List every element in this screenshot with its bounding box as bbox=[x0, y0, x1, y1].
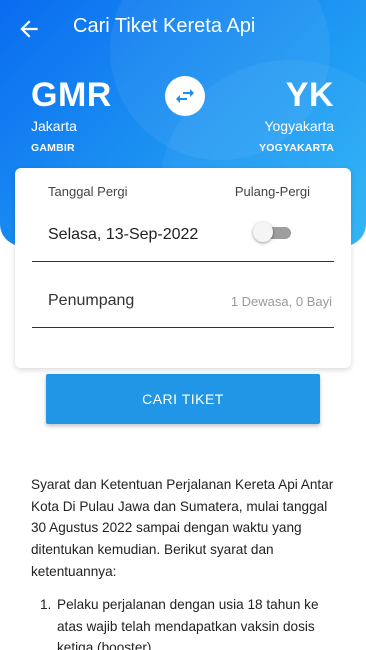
arrow-left-icon bbox=[20, 20, 38, 38]
departure-date-field[interactable]: Selasa, 13-Sep-2022 bbox=[48, 226, 198, 244]
back-button[interactable] bbox=[16, 16, 42, 42]
round-trip-label: Pulang-Pergi bbox=[234, 184, 310, 199]
list-item-text: Pelaku perjalanan dengan usia 18 tahun k… bbox=[57, 597, 319, 650]
passenger-label: Penumpang bbox=[48, 292, 135, 309]
swap-horizontal-icon bbox=[176, 89, 194, 103]
origin-station[interactable]: GMR Jakarta GAMBIR bbox=[31, 76, 112, 154]
passenger-value: 1 Dewasa, 0 Bayi bbox=[230, 294, 332, 309]
list-item-number: 1. bbox=[40, 597, 52, 612]
divider bbox=[32, 327, 334, 328]
search-form-card: Tanggal Pergi Selasa, 13-Sep-2022 Pulang… bbox=[15, 168, 351, 368]
swap-stations-button[interactable] bbox=[165, 76, 205, 116]
page-title: Cari Tiket Kereta Api bbox=[73, 15, 256, 37]
toggle-thumb bbox=[253, 222, 273, 242]
destination-station-name: YOGYAKARTA bbox=[259, 142, 334, 154]
divider bbox=[32, 261, 334, 262]
destination-station[interactable]: YK Yogyakarta YOGYAKARTA bbox=[259, 76, 334, 154]
destination-code: YK bbox=[285, 76, 334, 114]
round-trip-toggle[interactable] bbox=[253, 222, 291, 242]
origin-station-name: GAMBIR bbox=[31, 142, 75, 154]
destination-city: Yogyakarta bbox=[264, 118, 334, 134]
origin-code: GMR bbox=[31, 76, 112, 114]
passenger-field[interactable]: Penumpang 1 Dewasa, 0 Bayi bbox=[32, 274, 334, 326]
origin-city: Jakarta bbox=[31, 118, 77, 134]
list-item: 1. Pelaku perjalanan dengan usia 18 tahu… bbox=[40, 594, 325, 650]
search-ticket-button[interactable]: CARI TIKET bbox=[46, 374, 320, 424]
terms-list: 1. Pelaku perjalanan dengan usia 18 tahu… bbox=[40, 594, 325, 650]
departure-date-label: Tanggal Pergi bbox=[48, 184, 128, 199]
terms-intro: Syarat dan Ketentuan Perjalanan Kereta A… bbox=[31, 477, 334, 579]
